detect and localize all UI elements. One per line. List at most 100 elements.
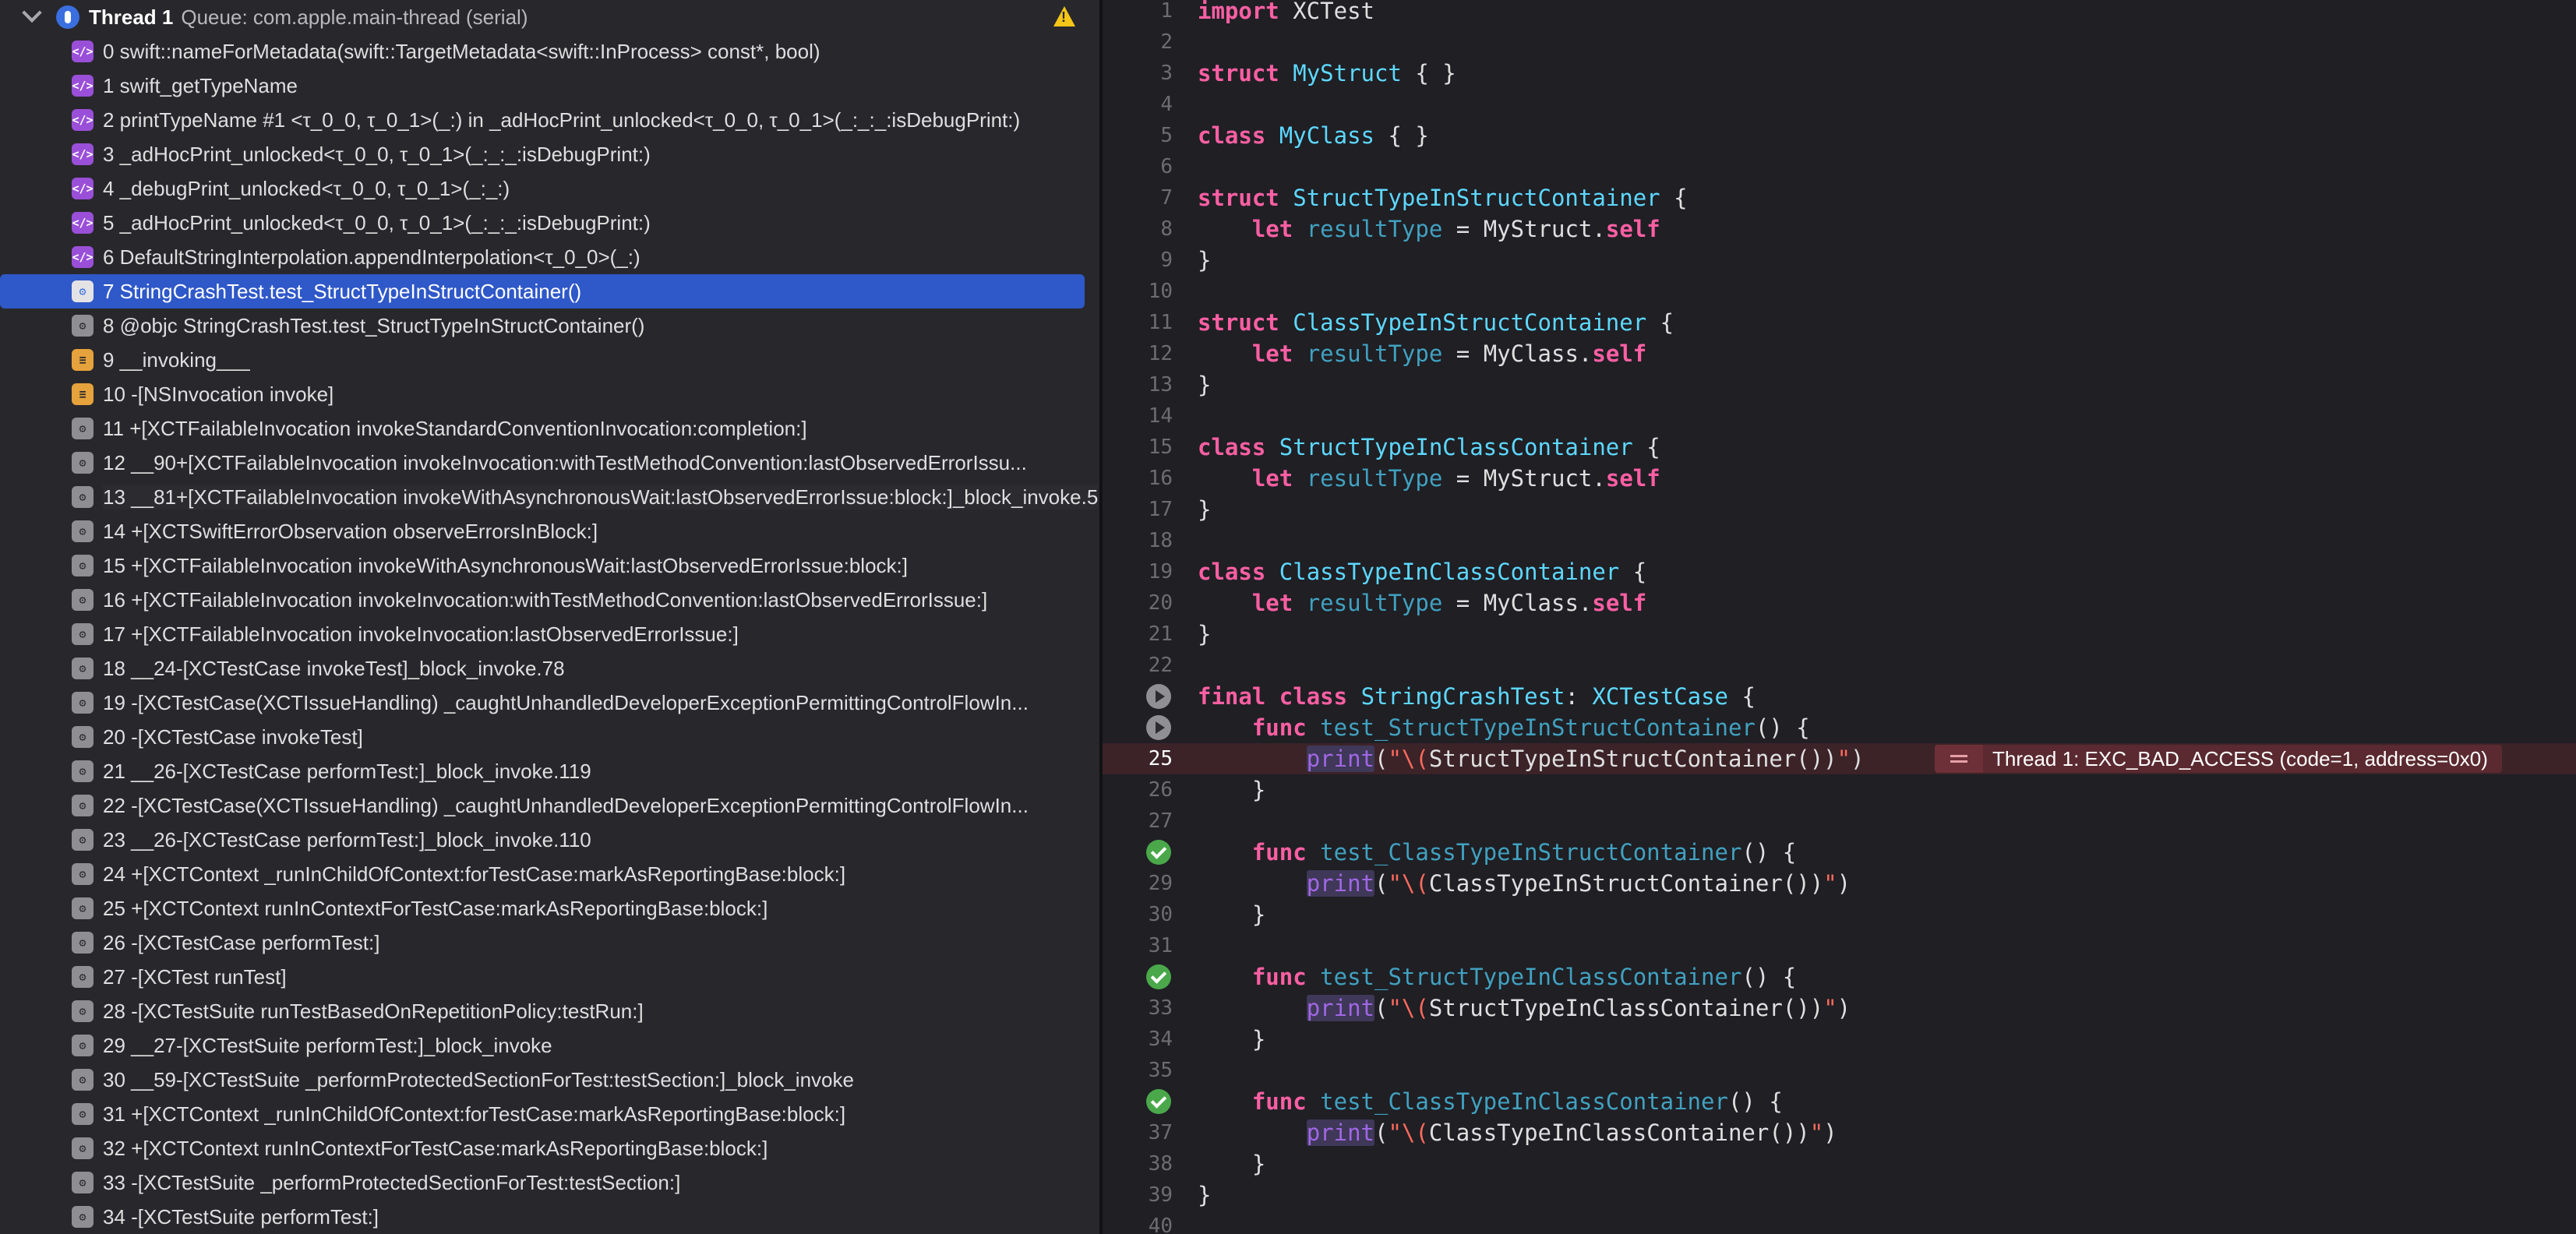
error-code-line[interactable]: 25 print("\(StructTypeInStructContainer(… — [1103, 743, 2576, 774]
code-line[interactable]: 22 — [1103, 650, 2576, 681]
code-token: ) — [1851, 746, 1865, 772]
stack-frame-row[interactable]: ⚙ 28 -[XCTestSuite runTestBasedOnRepetiti… — [0, 994, 1099, 1028]
warning-icon[interactable] — [1053, 6, 1075, 26]
code-line[interactable]: 6 — [1103, 151, 2576, 182]
code-token: self — [1592, 340, 1647, 367]
code-line[interactable]: 37 print("\(ClassTypeInClassContainer())… — [1103, 1117, 2576, 1148]
test-passed-icon[interactable] — [1146, 840, 1171, 865]
stack-frame-row[interactable]: ⚙ 13 __81+[XCTFailableInvocation invokeWi… — [0, 480, 1099, 514]
code-line[interactable]: 5 class MyClass { } — [1103, 120, 2576, 151]
stack-frame-row[interactable]: ⚙ 20 -[XCTestCase invokeTest] — [0, 720, 1099, 754]
code-line[interactable]: 11 struct ClassTypeInStructContainer { — [1103, 307, 2576, 338]
code-line[interactable]: 26 } — [1103, 774, 2576, 806]
code-token: } — [1198, 621, 1212, 647]
code-line[interactable]: 10 — [1103, 276, 2576, 307]
code-text: } — [1198, 901, 1265, 928]
chevron-down-icon[interactable] — [22, 2, 42, 23]
stack-frame-row[interactable]: ⚙ 16 +[XCTFailableInvocation invokeInvoca… — [0, 583, 1099, 617]
stack-frame-row[interactable]: ⚙ 25 +[XCTContext runInContextForTestCase… — [0, 891, 1099, 926]
stack-frame-row[interactable]: ⚙ 23 __26-[XCTestCase performTest:]_block… — [0, 823, 1099, 857]
stack-frame-row[interactable]: </> 1 swift_getTypeName — [0, 69, 1099, 103]
code-line[interactable]: 1 import XCTest — [1103, 0, 2576, 26]
code-line[interactable]: 29 print("\(ClassTypeInStructContainer()… — [1103, 868, 2576, 899]
code-line[interactable]: 14 — [1103, 400, 2576, 432]
code-line[interactable]: 16 let resultType = MyStruct.self — [1103, 463, 2576, 494]
stack-frame-row[interactable]: ⚙ 18 __24-[XCTestCase invokeTest]_block_i… — [0, 651, 1099, 686]
code-line[interactable]: 17} — [1103, 494, 2576, 525]
thread-row[interactable]: Thread 1 Queue: com.apple.main-thread (s… — [0, 0, 1099, 34]
code-token: StructTypeInClassContainer — [1279, 434, 1633, 460]
stack-frame-row[interactable]: </> 2 printTypeName #1 <τ_0_0, τ_0_1>(_:)… — [0, 103, 1099, 137]
code-line[interactable]: 31 — [1103, 930, 2576, 961]
code-line[interactable]: final class StringCrashTest: XCTestCase … — [1103, 681, 2576, 712]
stack-frame-row[interactable]: ⚙ 21 __26-[XCTestCase performTest:]_block… — [0, 754, 1099, 788]
stack-frame-row[interactable]: ≡ 10 -[NSInvocation invoke] — [0, 377, 1099, 411]
stack-frame-row[interactable]: ⚙ 15 +[XCTFailableInvocation invokeWithAs… — [0, 548, 1099, 583]
code-token: ()) — [1769, 1119, 1810, 1146]
code-line[interactable]: 39} — [1103, 1179, 2576, 1211]
code-line[interactable]: func test_StructTypeInStructContainer() … — [1103, 712, 2576, 743]
run-test-icon[interactable] — [1146, 715, 1171, 740]
error-banner[interactable]: Thread 1: EXC_BAD_ACCESS (code=1, addres… — [1935, 745, 2502, 773]
stack-frame-row[interactable]: ⚙ 19 -[XCTestCase(XCTIssueHandling) _caug… — [0, 686, 1099, 720]
stack-frame-row[interactable]: ⚙ 7 StringCrashTest.test_StructTypeInStru… — [0, 274, 1085, 308]
code-line[interactable]: func test_StructTypeInClassContainer() { — [1103, 961, 2576, 992]
stack-frame-row[interactable]: ≡ 9 __invoking___ — [0, 343, 1099, 377]
stack-frame-row[interactable]: ⚙ 22 -[XCTestCase(XCTIssueHandling) _caug… — [0, 788, 1099, 823]
stack-frame-row[interactable]: ⚙ 24 +[XCTContext _runInChildOfContext:fo… — [0, 857, 1099, 891]
code-line[interactable]: 13} — [1103, 369, 2576, 400]
code-token: } — [1198, 901, 1266, 928]
code-text: let resultType = MyClass.self — [1198, 340, 1646, 367]
code-line[interactable]: 8 let resultType = MyStruct.self — [1103, 213, 2576, 245]
code-line[interactable]: 40 — [1103, 1211, 2576, 1234]
stack-frame-row[interactable]: ⚙ 8 @objc StringCrashTest.test_StructType… — [0, 308, 1099, 343]
stack-frame-row[interactable]: </> 3 _adHocPrint_unlocked<τ_0_0, τ_0_1>(… — [0, 137, 1099, 171]
line-number: 1 — [1160, 0, 1173, 23]
stack-frame-row[interactable]: </> 0 swift::nameForMetadata(swift::Targe… — [0, 34, 1099, 69]
code-line[interactable]: func test_ClassTypeInStructContainer() { — [1103, 837, 2576, 868]
code-line[interactable]: 20 let resultType = MyClass.self — [1103, 587, 2576, 619]
code-token: ClassTypeInClassContainer — [1279, 559, 1620, 585]
code-text: class MyClass { } — [1198, 122, 1429, 149]
stack-frame-row[interactable]: ⚙ 27 -[XCTest runTest] — [0, 960, 1099, 994]
code-line[interactable]: 38 } — [1103, 1148, 2576, 1179]
code-line[interactable]: 12 let resultType = MyClass.self — [1103, 338, 2576, 369]
code-line[interactable]: 15 class StructTypeInClassContainer { — [1103, 432, 2576, 463]
stack-frame-row[interactable]: ⚙ 32 +[XCTContext runInContextForTestCase… — [0, 1131, 1099, 1165]
code-token: . — [1578, 590, 1593, 616]
code-line[interactable]: 2 — [1103, 26, 2576, 58]
code-line[interactable]: func test_ClassTypeInClassContainer() { — [1103, 1086, 2576, 1117]
stack-frame-row[interactable]: ⚙ 14 +[XCTSwiftErrorObservation observeEr… — [0, 514, 1099, 548]
stack-frame-row[interactable]: ⚙ 29 __27-[XCTestSuite performTest:]_bloc… — [0, 1028, 1099, 1063]
stack-frame-row[interactable]: ⚙ 30 __59-[XCTestSuite _performProtectedS… — [0, 1063, 1099, 1097]
stack-frame-row[interactable]: </> 5 _adHocPrint_unlocked<τ_0_0, τ_0_1>(… — [0, 206, 1099, 240]
stack-frame-row[interactable]: </> 4 _debugPrint_unlocked<τ_0_0, τ_0_1>(… — [0, 171, 1099, 206]
code-line[interactable]: 35 — [1103, 1055, 2576, 1086]
source-editor[interactable]: 1 import XCTest 2 3 struct MyStruct { } 4 5 cla… — [1103, 0, 2576, 1234]
code-line[interactable]: 21} — [1103, 619, 2576, 650]
code-line[interactable]: 9} — [1103, 245, 2576, 276]
code-line[interactable]: 30 } — [1103, 899, 2576, 930]
run-test-icon[interactable] — [1146, 684, 1171, 709]
stack-frame-row[interactable]: ⚙ 12 __90+[XCTFailableInvocation invokeIn… — [0, 446, 1099, 480]
function-call-token: print — [1306, 746, 1374, 772]
code-line[interactable]: 27 — [1103, 806, 2576, 837]
stack-frame-row[interactable]: </> 6 DefaultStringInterpolation.appendIn… — [0, 240, 1099, 274]
code-line[interactable]: 4 — [1103, 89, 2576, 120]
code-line[interactable]: 3 struct MyStruct { } — [1103, 58, 2576, 89]
stack-frame-row[interactable]: ⚙ 31 +[XCTContext _runInChildOfContext:fo… — [0, 1097, 1099, 1131]
test-passed-icon[interactable] — [1146, 964, 1171, 989]
stack-frame-row[interactable]: ⚙ 11 +[XCTFailableInvocation invokeStanda… — [0, 411, 1099, 446]
code-line[interactable]: 7 struct StructTypeInStructContainer { — [1103, 182, 2576, 213]
stack-frame-row[interactable]: ⚙ 33 -[XCTestSuite _performProtectedSecti… — [0, 1165, 1099, 1200]
stack-frame-row[interactable]: ⚙ 26 -[XCTestCase performTest:] — [0, 926, 1099, 960]
test-passed-icon[interactable] — [1146, 1089, 1171, 1114]
gear-icon: ⚙ — [72, 897, 94, 919]
stack-frame-row[interactable]: ⚙ 17 +[XCTFailableInvocation invokeInvoca… — [0, 617, 1099, 651]
code-line[interactable]: 19 class ClassTypeInClassContainer { — [1103, 556, 2576, 587]
code-line[interactable]: 34 } — [1103, 1024, 2576, 1055]
code-line[interactable]: 33 print("\(StructTypeInClassContainer()… — [1103, 992, 2576, 1024]
code-line[interactable]: 18 — [1103, 525, 2576, 556]
stack-frame-row[interactable]: ⚙ 34 -[XCTestSuite performTest:] — [0, 1200, 1099, 1234]
